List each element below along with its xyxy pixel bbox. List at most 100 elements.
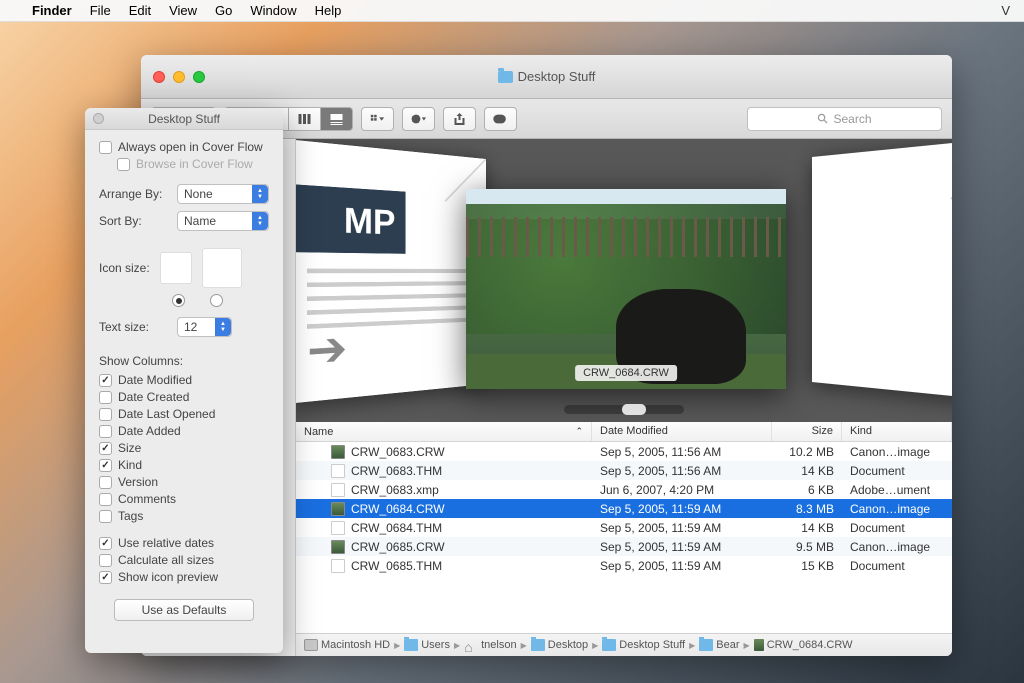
column-checkbox-row[interactable]: Kind [99,458,269,472]
file-icon [331,559,345,573]
file-kind: Document [842,521,952,535]
panel-titlebar[interactable]: Desktop Stuff [85,108,283,130]
file-kind: Canon…image [842,502,952,516]
coverflow-area[interactable]: MP ➔ CRW_0684.CRW [296,139,952,422]
file-row[interactable]: CRW_0685.CRWSep 5, 2005, 11:59 AM9.5 MBC… [296,537,952,556]
icon-size-radio-large[interactable] [210,294,223,307]
icon-size-radio-small[interactable] [172,294,185,307]
file-date: Sep 5, 2005, 11:56 AM [592,445,772,459]
file-list[interactable]: CRW_0683.CRWSep 5, 2005, 11:56 AM10.2 MB… [296,442,952,633]
checkbox[interactable] [99,493,112,506]
file-kind: Canon…image [842,540,952,554]
panel-close-button[interactable] [93,113,104,124]
checkbox[interactable] [99,537,112,550]
breadcrumb-item[interactable]: Desktop [531,639,588,651]
tags-button[interactable] [484,107,517,131]
view-options-panel: Desktop Stuff Always open in Cover Flow … [85,108,283,653]
column-checkbox-row[interactable]: Date Modified [99,373,269,387]
action-button[interactable] [402,107,435,131]
breadcrumb-item[interactable]: Desktop Stuff [602,639,685,651]
checkbox[interactable] [99,374,112,387]
text-size-select[interactable]: 12▲▼ [177,317,232,337]
share-button[interactable] [443,107,476,131]
breadcrumb-item[interactable]: CRW_0684.CRW [754,639,853,651]
file-size: 10.2 MB [772,445,842,459]
checkbox[interactable] [99,476,112,489]
panel-title-text: Desktop Stuff [148,112,220,126]
checkbox[interactable] [99,408,112,421]
sort-by-select[interactable]: Name▲▼ [177,211,269,231]
arrange-button[interactable] [361,107,394,131]
file-row[interactable]: CRW_0683.THMSep 5, 2005, 11:56 AM14 KBDo… [296,461,952,480]
column-checkbox-row[interactable]: Date Created [99,390,269,404]
app-menu[interactable]: Finder [32,3,72,18]
sort-by-label: Sort By: [99,214,169,228]
titlebar[interactable]: Desktop Stuff [141,55,952,99]
close-button[interactable] [153,71,165,83]
column-checkbox-row[interactable]: Date Last Opened [99,407,269,421]
breadcrumb-item[interactable]: tnelson [464,639,516,651]
file-row[interactable]: CRW_0683.xmpJun 6, 2007, 4:20 PM6 KBAdob… [296,480,952,499]
column-option-label: Date Modified [118,373,192,387]
menu-window[interactable]: Window [250,3,296,18]
menu-go[interactable]: Go [215,3,232,18]
search-icon [817,113,828,124]
menu-file[interactable]: File [90,3,111,18]
coverflow-view-button[interactable] [321,107,353,131]
breadcrumb-item[interactable]: Bear [699,639,739,651]
search-placeholder: Search [833,112,871,126]
column-checkbox-row[interactable]: Date Added [99,424,269,438]
column-checkbox-row[interactable]: Comments [99,492,269,506]
file-size: 6 KB [772,483,842,497]
checkbox[interactable] [99,141,112,154]
checkbox[interactable] [99,571,112,584]
folder-icon [498,71,513,83]
coverflow-item-prev[interactable]: MP ➔ [296,139,486,403]
icon-preview-row[interactable]: Show icon preview [99,570,269,584]
use-as-defaults-button[interactable]: Use as Defaults [114,599,254,621]
checkbox[interactable] [99,442,112,455]
coverflow-item-current[interactable]: CRW_0684.CRW [466,189,786,389]
always-open-checkbox-row[interactable]: Always open in Cover Flow [99,140,269,154]
checkbox [117,158,130,171]
minimize-button[interactable] [173,71,185,83]
arrange-by-select[interactable]: None▲▼ [177,184,269,204]
breadcrumb-item[interactable]: Macintosh HD [304,639,390,651]
breadcrumb-item[interactable]: Users [404,639,450,651]
browse-checkbox-row: Browse in Cover Flow [117,157,269,171]
column-header-size[interactable]: Size [772,422,842,441]
checkbox[interactable] [99,554,112,567]
menu-help[interactable]: Help [315,3,342,18]
file-row[interactable]: CRW_0685.THMSep 5, 2005, 11:59 AM15 KBDo… [296,556,952,575]
checkbox[interactable] [99,510,112,523]
breadcrumb-icon [304,639,318,651]
column-checkbox-row[interactable]: Tags [99,509,269,523]
zoom-button[interactable] [193,71,205,83]
coverflow-item-next[interactable] [812,139,952,402]
file-size: 15 KB [772,559,842,573]
checkbox[interactable] [99,425,112,438]
column-view-button[interactable] [289,107,321,131]
column-header-date[interactable]: Date Modified [592,422,772,441]
search-field[interactable]: Search [747,107,942,131]
menu-edit[interactable]: Edit [129,3,151,18]
column-header-name[interactable]: Name⌃ [296,422,592,441]
checkbox[interactable] [99,391,112,404]
menu-view[interactable]: View [169,3,197,18]
arrange-by-label: Arrange By: [99,187,169,201]
coverflow-scrubber[interactable] [564,405,684,414]
column-checkbox-row[interactable]: Size [99,441,269,455]
file-icon [331,445,345,459]
calc-sizes-row[interactable]: Calculate all sizes [99,553,269,567]
column-checkbox-row[interactable]: Version [99,475,269,489]
file-kind: Canon…image [842,445,952,459]
arrow-icon: ➔ [307,320,347,378]
relative-dates-row[interactable]: Use relative dates [99,536,269,550]
stepper-icon: ▲▼ [215,318,231,336]
column-header-kind[interactable]: Kind [842,422,952,441]
file-row[interactable]: CRW_0684.THMSep 5, 2005, 11:59 AM14 KBDo… [296,518,952,537]
file-row[interactable]: CRW_0684.CRWSep 5, 2005, 11:59 AM8.3 MBC… [296,499,952,518]
file-row[interactable]: CRW_0683.CRWSep 5, 2005, 11:56 AM10.2 MB… [296,442,952,461]
stepper-icon: ▲▼ [252,212,268,230]
checkbox[interactable] [99,459,112,472]
